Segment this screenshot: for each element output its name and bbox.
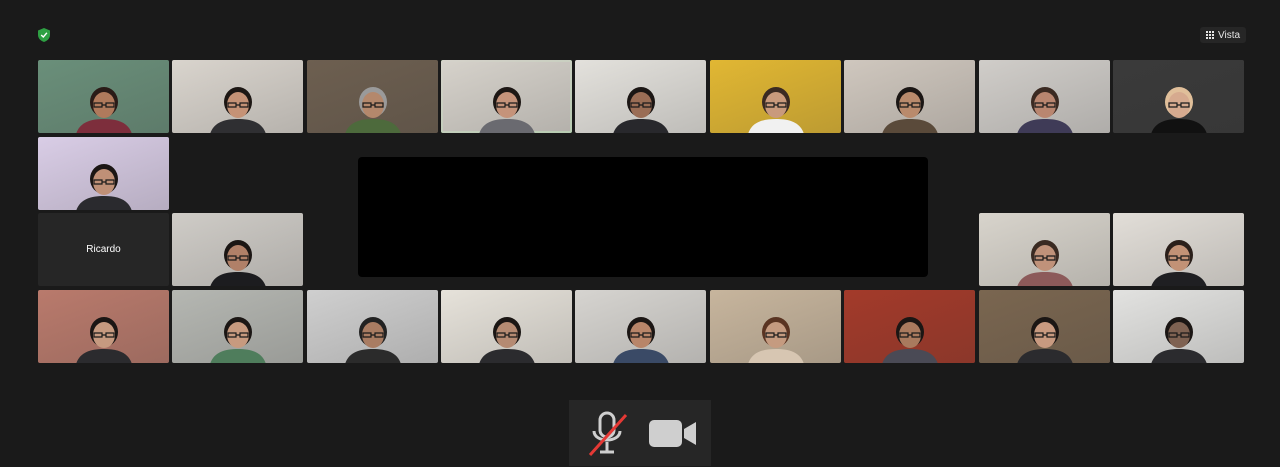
participant-silhouette xyxy=(747,317,804,363)
view-button[interactable]: Vista xyxy=(1200,27,1247,43)
participant-video-tile[interactable] xyxy=(844,60,975,133)
participant-silhouette xyxy=(881,87,938,133)
mute-button[interactable] xyxy=(579,405,635,461)
participant-video-tile[interactable] xyxy=(307,60,438,133)
participant-video-tile[interactable] xyxy=(1113,60,1244,133)
participant-name-tile[interactable]: Ricardo xyxy=(38,213,169,286)
participant-silhouette xyxy=(612,87,669,133)
participant-video-tile[interactable] xyxy=(979,290,1110,363)
participant-silhouette xyxy=(747,87,804,133)
participant-video-tile[interactable] xyxy=(172,60,303,133)
participant-silhouette xyxy=(75,164,132,210)
participant-silhouette xyxy=(209,317,266,363)
shield-check-icon[interactable] xyxy=(38,28,50,42)
participant-silhouette xyxy=(1150,240,1207,286)
participant-video-tile[interactable] xyxy=(1113,290,1244,363)
participant-silhouette xyxy=(344,87,401,133)
participant-silhouette xyxy=(1150,317,1207,363)
participant-video-tile[interactable] xyxy=(441,60,572,133)
video-button[interactable] xyxy=(645,405,701,461)
participant-silhouette xyxy=(1150,87,1207,133)
participant-video-tile[interactable] xyxy=(710,60,841,133)
participant-video-tile[interactable] xyxy=(575,290,706,363)
participant-video-tile[interactable] xyxy=(38,290,169,363)
participant-silhouette xyxy=(1016,240,1073,286)
participant-video-tile[interactable] xyxy=(979,213,1110,286)
video-camera-icon xyxy=(649,420,696,447)
participant-video-tile[interactable] xyxy=(710,290,841,363)
participant-silhouette xyxy=(209,87,266,133)
participant-name: Ricardo xyxy=(86,244,121,255)
participant-silhouette xyxy=(881,317,938,363)
grid-icon xyxy=(1206,31,1214,39)
participant-silhouette xyxy=(344,317,401,363)
participant-video-tile[interactable] xyxy=(575,60,706,133)
participant-video-tile[interactable] xyxy=(172,213,303,286)
participant-video-tile[interactable] xyxy=(38,60,169,133)
participant-silhouette xyxy=(1016,87,1073,133)
participant-silhouette xyxy=(478,317,535,363)
participant-silhouette xyxy=(612,317,669,363)
participant-video-tile[interactable] xyxy=(172,290,303,363)
participant-video-tile[interactable] xyxy=(307,290,438,363)
participant-silhouette xyxy=(478,87,535,133)
meeting-toolbar xyxy=(569,400,711,466)
participant-video-tile[interactable] xyxy=(441,290,572,363)
participant-silhouette xyxy=(75,317,132,363)
participant-video-tile[interactable] xyxy=(979,60,1110,133)
participant-silhouette xyxy=(1016,317,1073,363)
participant-video-tile[interactable] xyxy=(1113,213,1244,286)
view-button-label: Vista xyxy=(1218,29,1241,41)
participant-silhouette xyxy=(209,240,266,286)
microphone-muted-icon xyxy=(588,411,628,457)
participant-video-tile[interactable] xyxy=(844,290,975,363)
participant-video-tile[interactable] xyxy=(38,137,169,210)
redacted-shared-screen xyxy=(358,157,928,277)
participant-silhouette xyxy=(75,87,132,133)
